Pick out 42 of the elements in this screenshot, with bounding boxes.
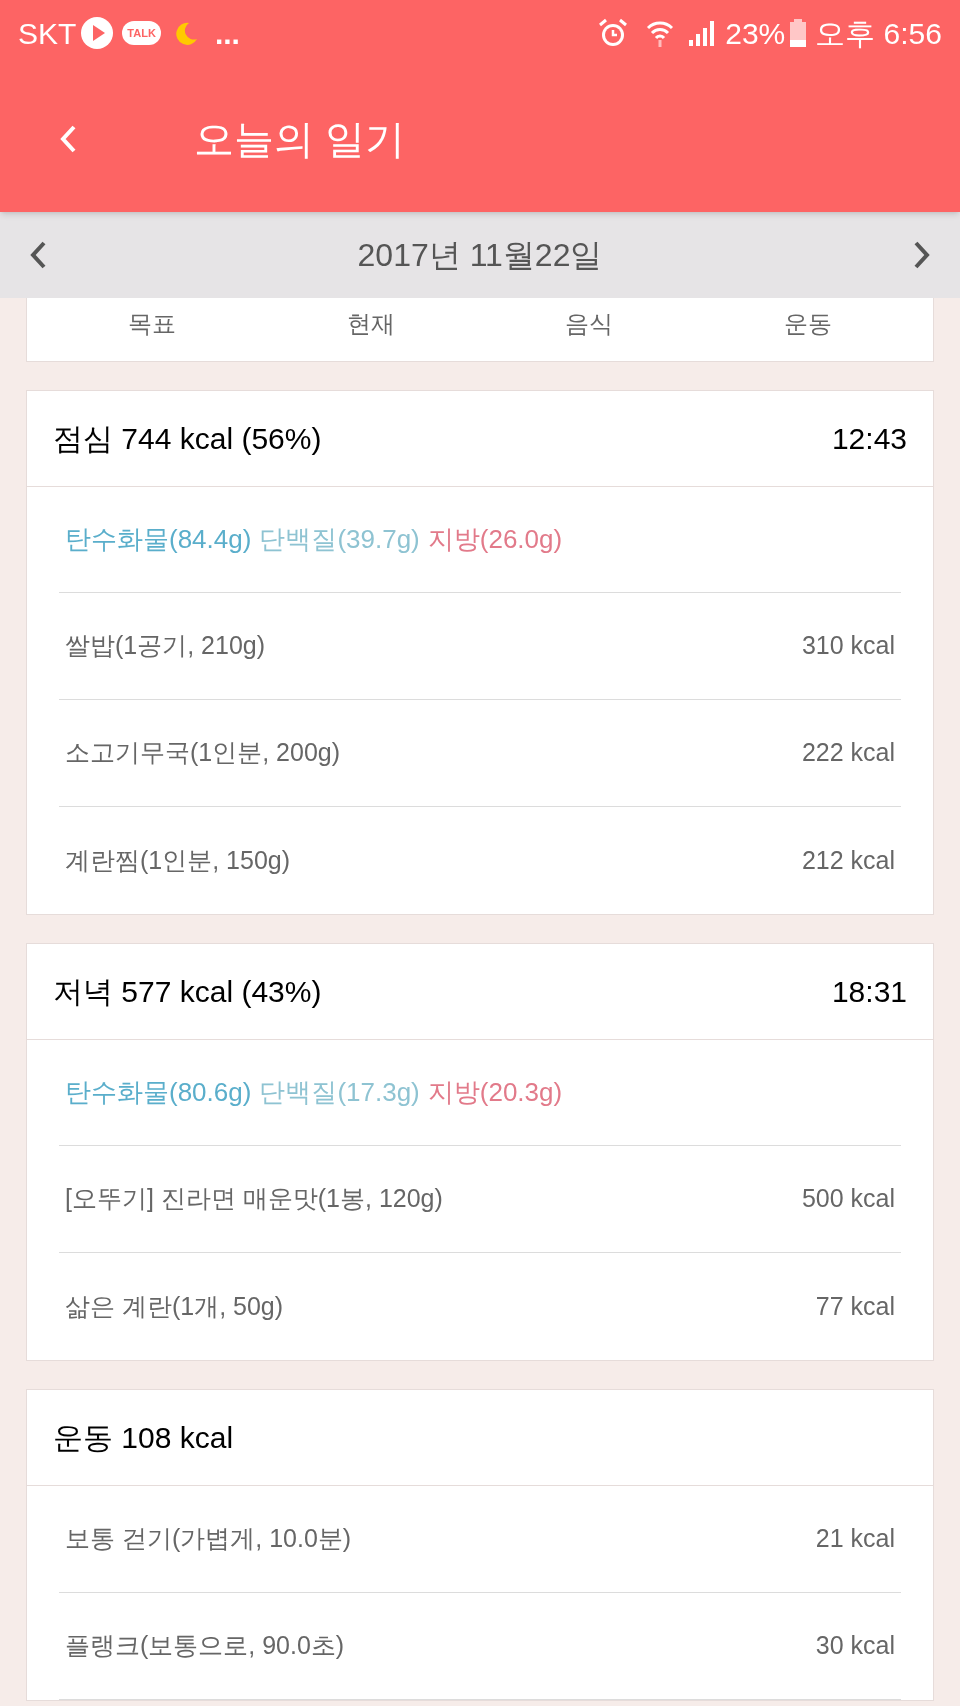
page-title: 오늘의 일기 (194, 116, 406, 163)
calorie-value: 21 kcal (815, 1523, 895, 1555)
battery-icon (789, 18, 808, 48)
summary-tab[interactable]: 현재 (305, 306, 436, 342)
play-icon (80, 16, 115, 50)
food-name: 계란찜(1인분, 150g) (65, 844, 291, 876)
calorie-value: 222 kcal (801, 737, 895, 769)
calorie-value: 212 kcal (801, 844, 895, 876)
food-name: 쌀밥(1공기, 210g) (65, 630, 266, 662)
summary-tab[interactable]: 운동 (742, 306, 873, 342)
macro-label: 탄수화물(80.6g) (65, 1076, 252, 1109)
section-title: 운동 108 kcal (53, 1420, 234, 1456)
more-dots: ... (214, 15, 240, 52)
food-name: 삶은 계란(1개, 50g) (65, 1290, 284, 1322)
battery-percent: 23% (725, 15, 786, 52)
summary-tab[interactable]: 목표 (87, 306, 217, 342)
food-name: [오뚜기] 진라면 매운맛(1봉, 120g) (65, 1183, 443, 1215)
food-name: 소고기무국(1인분, 200g) (65, 737, 341, 769)
date-label: 2017년 11월22일 (357, 236, 603, 275)
meal-time: 18:31 (831, 974, 907, 1010)
calorie-value: 310 kcal (801, 630, 895, 662)
meal-time: 12:43 (831, 421, 907, 457)
clock-time: 오후 6:56 (815, 15, 942, 52)
macro-label: 지방(20.3g) (427, 1076, 563, 1109)
calorie-value: 30 kcal (815, 1630, 895, 1662)
carrier-label: SKT (18, 15, 77, 52)
macro-label: 단백질(17.3g) (259, 1076, 420, 1109)
section-title: 저녁 577 kcal (43%) (53, 974, 322, 1010)
macro-label: 탄수화물(84.4g) (65, 523, 252, 556)
food-name: 플랭크(보통으로, 90.0초) (65, 1630, 345, 1662)
summary-tab[interactable]: 음식 (524, 306, 655, 342)
chat-badge: TALK (122, 20, 161, 46)
food-name: 보통 걷기(가볍게, 10.0분) (65, 1523, 352, 1555)
macro-label: 지방(26.0g) (427, 523, 563, 556)
chevron-right-icon (912, 239, 932, 271)
calorie-value: 77 kcal (815, 1290, 895, 1322)
macro-label: 단백질(39.7g) (259, 523, 420, 556)
section-title: 점심 744 kcal (56%) (53, 421, 322, 457)
chevron-left-icon (28, 239, 48, 271)
back-icon (58, 123, 78, 155)
calorie-value: 500 kcal (801, 1183, 895, 1215)
alarm-icon (597, 17, 630, 49)
